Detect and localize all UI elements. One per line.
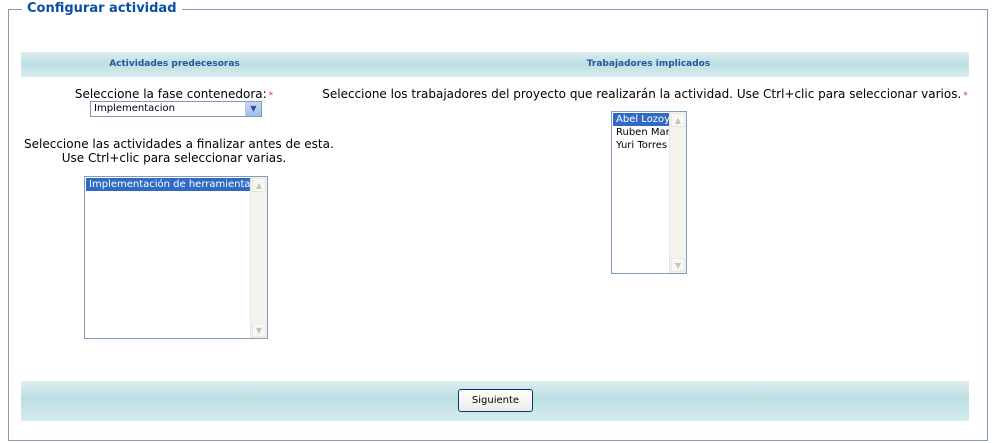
next-button[interactable]: Siguiente [458, 389, 533, 412]
list-item[interactable]: Abel Lozoya [613, 113, 669, 126]
scroll-down-icon[interactable]: ▼ [252, 323, 266, 337]
list-item[interactable]: Implementación de herramienta [86, 178, 250, 191]
workers-hint-row: Seleccione los trabajadores del proyecto… [320, 87, 970, 101]
form-legend: Configurar actividad [22, 0, 182, 18]
list-item[interactable]: Yuri Torres [613, 139, 669, 152]
workers-hint: Seleccione los trabajadores del proyecto… [322, 87, 962, 101]
workers-header: Trabajadores implicados [586, 59, 711, 69]
phase-label: Seleccione la fase contenedora: [74, 87, 267, 101]
workers-listbox[interactable]: Abel Lozoya Ruben Martin Yuri Torres ▲ ▼ [611, 111, 687, 274]
scroll-down-icon[interactable]: ▼ [671, 258, 685, 272]
required-mark: * [963, 91, 968, 101]
activities-scrollbar[interactable]: ▲ ▼ [250, 177, 267, 338]
required-mark: * [268, 91, 274, 101]
workers-scrollbar[interactable]: ▲ ▼ [669, 112, 686, 273]
predecessors-header: Actividades predecesoras [109, 59, 240, 69]
activities-hint-1: Seleccione las actividades a finalizar a… [24, 137, 334, 151]
phase-select[interactable]: Implementacion ▼ [90, 101, 262, 117]
list-item[interactable]: Ruben Martin [613, 126, 669, 139]
chevron-down-icon[interactable]: ▼ [245, 102, 261, 116]
section-header-band: Actividades predecesoras Trabajadores im… [21, 52, 969, 77]
phase-label-row: Seleccione la fase contenedora: * [24, 87, 324, 101]
scroll-up-icon[interactable]: ▲ [252, 178, 266, 192]
activities-hint-2: Use Ctrl+clic para seleccionar varias. [61, 151, 287, 165]
phase-select-value: Implementacion [94, 103, 175, 114]
scroll-up-icon[interactable]: ▲ [671, 113, 685, 127]
activities-listbox[interactable]: Implementación de herramienta ▲ ▼ [84, 176, 268, 339]
